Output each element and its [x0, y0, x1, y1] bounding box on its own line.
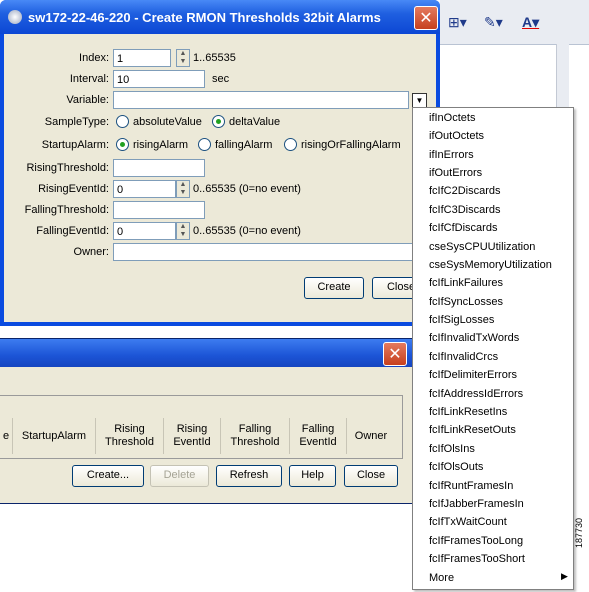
- falling-threshold-label: FallingThreshold:: [24, 204, 109, 216]
- index-field[interactable]: 1: [113, 49, 171, 67]
- menu-item[interactable]: ifOutErrors: [429, 164, 482, 182]
- variable-label: Variable:: [66, 94, 109, 106]
- create-button[interactable]: Create...: [72, 465, 144, 487]
- menu-item[interactable]: fcIfC2Discards: [429, 182, 501, 200]
- menu-item[interactable]: fcIfSyncLosses: [429, 293, 503, 311]
- thresholds-table: e StartupAlarm Rising Threshold Rising E…: [0, 395, 403, 459]
- menu-item[interactable]: ifOutOctets: [429, 127, 484, 145]
- absolute-value-label: absoluteValue: [133, 116, 202, 128]
- column-header[interactable]: StartupAlarm: [13, 418, 96, 454]
- menu-item[interactable]: fcIfLinkFailures: [429, 274, 503, 292]
- variable-dropdown-menu: ifInOctets ifOutOctets ifInErrors ifOutE…: [412, 107, 574, 590]
- rising-or-falling-alarm-label: risingOrFallingAlarm: [301, 139, 401, 151]
- menu-item[interactable]: fcIfDelimiterErrors: [429, 366, 517, 384]
- refresh-button[interactable]: Refresh: [216, 465, 282, 487]
- variable-field[interactable]: [113, 91, 409, 109]
- more-menu-item[interactable]: More: [429, 569, 454, 587]
- column-header[interactable]: Rising EventId: [164, 418, 221, 454]
- menu-item[interactable]: ifInErrors: [429, 146, 474, 164]
- close-button[interactable]: Close: [344, 465, 398, 487]
- chevron-right-icon: ▶: [561, 571, 568, 581]
- menu-item[interactable]: ifInOctets: [429, 109, 475, 127]
- falling-threshold-field[interactable]: [113, 201, 205, 219]
- index-label: Index:: [79, 52, 109, 64]
- menu-item[interactable]: fcIfLinkResetOuts: [429, 421, 516, 439]
- index-stepper[interactable]: ▲ ▼: [176, 49, 190, 67]
- table-window-title-bar: ✕: [0, 339, 412, 367]
- menu-item[interactable]: fcIfCfDiscards: [429, 219, 497, 237]
- falling-event-id-label: FallingEventId:: [36, 225, 109, 237]
- app-icon: [8, 10, 22, 24]
- dialog-title-bar: sw172-22-46-220 - Create RMON Thresholds…: [0, 0, 440, 34]
- chevron-down-icon[interactable]: ▼: [412, 93, 427, 108]
- sample-type-label: SampleType:: [44, 116, 109, 128]
- rising-alarm-radio[interactable]: [116, 138, 129, 151]
- owner-label: Owner:: [73, 246, 109, 258]
- rising-or-falling-alarm-radio[interactable]: [284, 138, 297, 151]
- table-icon[interactable]: ⊞▾: [448, 12, 467, 32]
- column-header[interactable]: Falling Threshold: [221, 418, 290, 454]
- help-button[interactable]: Help: [289, 465, 336, 487]
- close-icon[interactable]: ✕: [414, 6, 438, 30]
- create-button[interactable]: Create: [304, 277, 364, 299]
- column-header[interactable]: Falling EventId: [290, 418, 347, 454]
- menu-item[interactable]: cseSysMemoryUtilization: [429, 256, 552, 274]
- delta-value-radio[interactable]: [212, 115, 225, 128]
- menu-item[interactable]: fcIfSigLosses: [429, 311, 494, 329]
- menu-item[interactable]: fcIfC3Discards: [429, 201, 501, 219]
- menu-item[interactable]: cseSysCPUUtilization: [429, 238, 535, 256]
- highlight-icon[interactable]: ✎▾: [484, 12, 503, 32]
- menu-item[interactable]: fcIfFramesTooLong: [429, 532, 523, 550]
- column-header[interactable]: e: [0, 418, 13, 454]
- falling-event-id-range: 0..65535 (0=no event): [193, 225, 301, 237]
- font-color-icon[interactable]: A▾: [522, 12, 539, 32]
- menu-item[interactable]: fcIfRuntFramesIn: [429, 477, 513, 495]
- menu-item[interactable]: fcIfInvalidTxWords: [429, 329, 519, 347]
- menu-item[interactable]: fcIfFramesTooShort: [429, 550, 525, 568]
- delta-value-label: deltaValue: [229, 116, 281, 128]
- rising-threshold-field[interactable]: [113, 159, 205, 177]
- absolute-value-radio[interactable]: [116, 115, 129, 128]
- falling-alarm-label: fallingAlarm: [215, 139, 273, 151]
- rising-alarm-label: risingAlarm: [133, 139, 189, 151]
- background-toolbar: ⊞▾ ✎▾ A▾: [440, 0, 589, 45]
- delete-button[interactable]: Delete: [150, 465, 209, 487]
- create-rmon-dialog: sw172-22-46-220 - Create RMON Thresholds…: [0, 0, 440, 326]
- rising-threshold-label: RisingThreshold:: [26, 162, 109, 174]
- interval-field[interactable]: 10: [113, 70, 205, 88]
- thresholds-table-window: ✕ e StartupAlarm Rising Threshold Rising…: [0, 338, 413, 504]
- column-header[interactable]: Owner: [347, 418, 395, 454]
- falling-alarm-radio[interactable]: [198, 138, 211, 151]
- dialog-title: sw172-22-46-220 - Create RMON Thresholds…: [28, 10, 381, 25]
- dialog-body: Index: 1 ▲ ▼ 1..65535 Interval: 10 sec Va…: [4, 34, 436, 322]
- owner-field[interactable]: [113, 243, 423, 261]
- falling-event-id-stepper[interactable]: ▲ ▼: [176, 222, 190, 240]
- close-icon[interactable]: ✕: [383, 342, 407, 366]
- rising-event-id-label: RisingEventId:: [38, 183, 109, 195]
- rising-event-id-stepper[interactable]: ▲ ▼: [176, 180, 190, 198]
- rising-event-id-field[interactable]: 0: [113, 180, 176, 198]
- menu-item[interactable]: fcIfAddressIdErrors: [429, 385, 523, 403]
- menu-item[interactable]: fcIfLinkResetIns: [429, 403, 507, 421]
- menu-item[interactable]: fcIfOlsIns: [429, 440, 475, 458]
- interval-label: Interval:: [69, 73, 109, 85]
- interval-unit: sec: [212, 73, 230, 85]
- figure-id: 187730: [574, 517, 584, 548]
- menu-item[interactable]: fcIfInvalidCrcs: [429, 348, 498, 366]
- index-range: 1..65535: [193, 52, 236, 64]
- menu-item[interactable]: fcIfOlsOuts: [429, 458, 483, 476]
- rising-event-id-range: 0..65535 (0=no event): [193, 183, 301, 195]
- column-header[interactable]: Rising Threshold: [96, 418, 164, 454]
- startup-alarm-label: StartupAlarm:: [41, 139, 109, 151]
- falling-event-id-field[interactable]: 0: [113, 222, 176, 240]
- menu-item[interactable]: fcIfJabberFramesIn: [429, 495, 524, 513]
- menu-item[interactable]: fcIfTxWaitCount: [429, 513, 507, 531]
